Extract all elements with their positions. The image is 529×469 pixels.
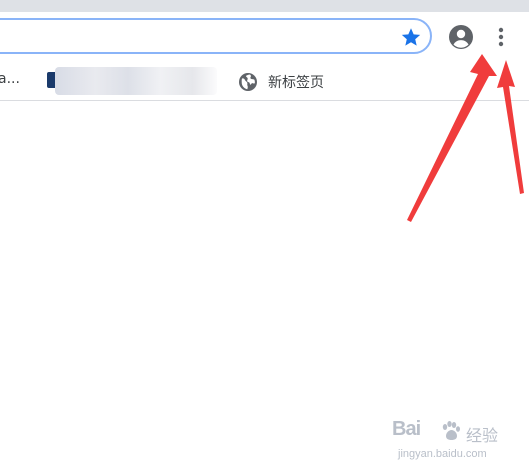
toolbar-divider (0, 100, 529, 101)
bookmark-label-new-tab: 新标签页 (268, 75, 324, 91)
watermark-url: jingyan.baidu.com (398, 448, 487, 460)
bookmark-item-blurred[interactable] (47, 65, 217, 97)
watermark-brand-text: 经验 (466, 426, 499, 445)
profile-avatar-icon[interactable] (448, 24, 474, 50)
bookmark-star-icon[interactable] (400, 26, 422, 48)
watermark-logo-text: Bai (392, 418, 421, 440)
globe-icon (239, 73, 257, 91)
bookmark-item-partial[interactable]: a... (0, 71, 20, 87)
address-bar[interactable] (0, 18, 432, 54)
more-menu-icon[interactable] (490, 24, 512, 50)
blurred-label (55, 67, 217, 95)
bookmarks-bar: a... 新标签页 (0, 64, 529, 100)
tab-strip (0, 0, 529, 12)
paw-icon (442, 421, 460, 440)
baidu-watermark: Bai 经验 jingyan.baidu.com (392, 418, 522, 464)
bookmark-item-new-tab[interactable]: 新标签页 (238, 68, 324, 96)
